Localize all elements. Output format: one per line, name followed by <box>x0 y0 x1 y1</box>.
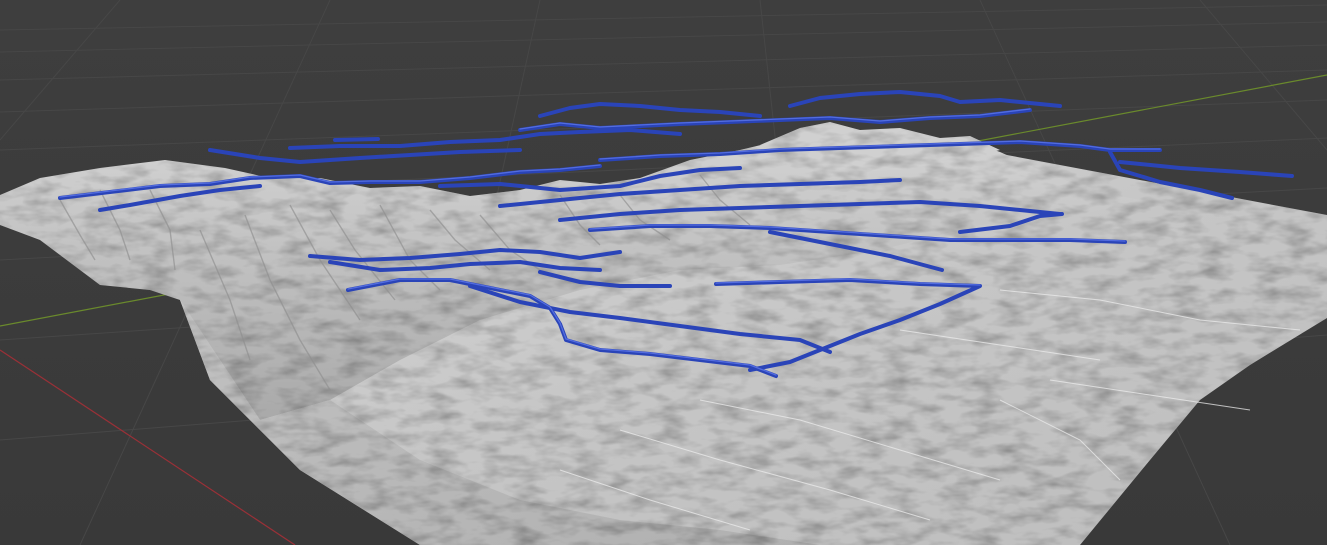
path-curve-5[interactable] <box>333 137 380 142</box>
3d-viewport[interactable] <box>0 0 1327 545</box>
viewport-canvas[interactable] <box>0 0 1327 545</box>
